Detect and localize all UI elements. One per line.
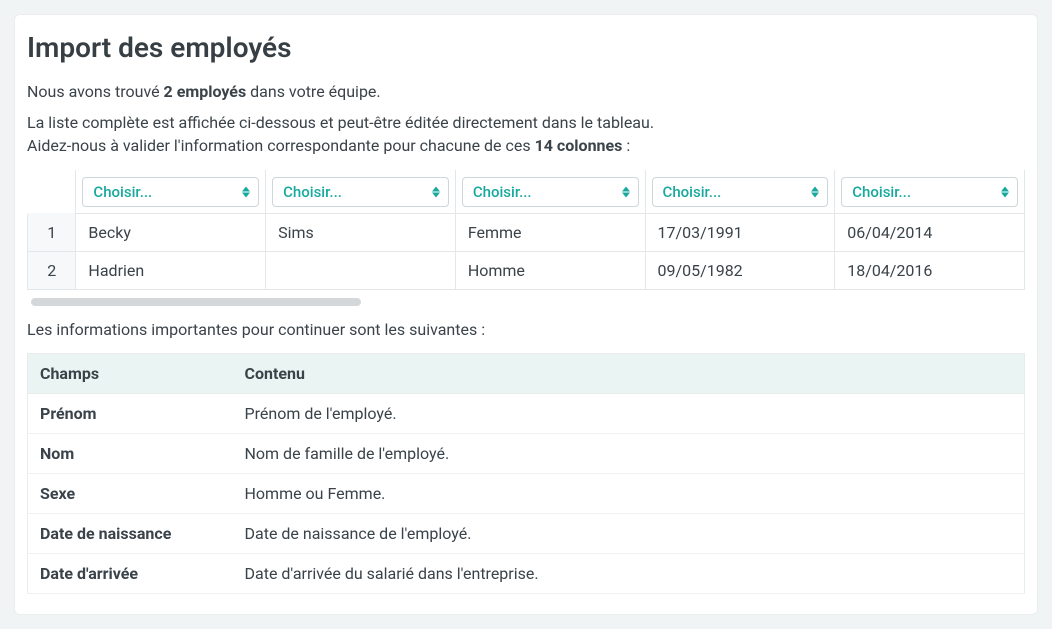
select-arrows-icon xyxy=(622,186,630,197)
field-desc: Nom de famille de l'employé. xyxy=(233,433,1025,473)
data-cell[interactable]: 17/03/1991 xyxy=(645,213,835,251)
select-label: Choisir... xyxy=(93,183,152,201)
intro-list-text: La liste complète est affichée ci-dessou… xyxy=(27,113,654,132)
field-desc: Prénom de l'employé. xyxy=(233,393,1025,433)
fields-row: Date d'arrivéeDate d'arrivée du salarié … xyxy=(28,553,1025,593)
fields-row: SexeHomme ou Femme. xyxy=(28,473,1025,513)
select-label: Choisir... xyxy=(663,183,722,201)
column-type-select[interactable]: Choisir... xyxy=(841,177,1018,207)
intro-help-prefix: Aidez-nous à valider l'information corre… xyxy=(27,136,535,155)
intro-found-suffix: dans votre équipe. xyxy=(246,82,380,101)
fields-row: Date de naissanceDate de naissance de l'… xyxy=(28,513,1025,553)
data-table: Choisir... Choisir... Choisir... Choisir...… xyxy=(27,170,1025,290)
data-cell[interactable]: Homme xyxy=(455,251,645,289)
intro-block: Nous avons trouvé 2 employés dans votre … xyxy=(15,80,1037,158)
data-cell[interactable]: Femme xyxy=(455,213,645,251)
data-table-container: Choisir... Choisir... Choisir... Choisir...… xyxy=(27,170,1025,290)
fields-header-contenu: Contenu xyxy=(233,353,1025,393)
data-cell[interactable]: Becky xyxy=(76,213,266,251)
field-desc: Date de naissance de l'employé. xyxy=(233,513,1025,553)
intro-help-suffix: : xyxy=(622,136,630,155)
column-type-select[interactable]: Choisir... xyxy=(82,177,259,207)
intro-help-bold: 14 colonnes xyxy=(535,136,623,155)
fields-row: NomNom de famille de l'employé. xyxy=(28,433,1025,473)
field-desc: Date d'arrivée du salarié dans l'entrepr… xyxy=(233,553,1025,593)
data-cell[interactable]: Sims xyxy=(266,213,456,251)
data-cell[interactable]: 09/05/1982 xyxy=(645,251,835,289)
data-cell[interactable]: 18/04/2016 xyxy=(835,251,1025,289)
field-desc: Homme ou Femme. xyxy=(233,473,1025,513)
select-label: Choisir... xyxy=(852,183,911,201)
row-number: 2 xyxy=(28,251,76,289)
table-row: 1BeckySimsFemme17/03/199106/04/2014 xyxy=(28,213,1025,251)
horizontal-scrollbar[interactable] xyxy=(27,296,1025,308)
column-header: Choisir... xyxy=(645,170,835,213)
intro-found-prefix: Nous avons trouvé xyxy=(27,82,164,101)
column-header: Choisir... xyxy=(266,170,456,213)
intro-found: Nous avons trouvé 2 employés dans votre … xyxy=(15,80,1037,103)
select-label: Choisir... xyxy=(473,183,532,201)
column-type-select[interactable]: Choisir... xyxy=(272,177,449,207)
table-row: 2Hadrien Homme09/05/198218/04/2016 xyxy=(28,251,1025,289)
column-type-select[interactable]: Choisir... xyxy=(652,177,829,207)
select-arrows-icon xyxy=(811,186,819,197)
column-header: Choisir... xyxy=(455,170,645,213)
column-type-select[interactable]: Choisir... xyxy=(462,177,639,207)
header-blank xyxy=(28,170,76,213)
field-name: Sexe xyxy=(28,473,233,513)
select-arrows-icon xyxy=(1001,186,1009,197)
info-lead: Les informations importantes pour contin… xyxy=(15,320,1037,339)
field-name: Prénom xyxy=(28,393,233,433)
fields-table: Champs Contenu PrénomPrénom de l'employé… xyxy=(27,353,1025,594)
intro-found-bold: 2 employés xyxy=(164,82,247,101)
scrollbar-thumb[interactable] xyxy=(31,298,361,306)
select-arrows-icon xyxy=(432,186,440,197)
column-header: Choisir... xyxy=(835,170,1025,213)
field-name: Nom xyxy=(28,433,233,473)
field-name: Date de naissance xyxy=(28,513,233,553)
page-title: Import des employés xyxy=(15,15,1037,80)
column-header: Choisir... xyxy=(76,170,266,213)
select-arrows-icon xyxy=(242,186,250,197)
intro-help: La liste complète est affichée ci-dessou… xyxy=(15,111,1037,157)
field-name: Date d'arrivée xyxy=(28,553,233,593)
fields-row: PrénomPrénom de l'employé. xyxy=(28,393,1025,433)
import-card: Import des employés Nous avons trouvé 2 … xyxy=(14,14,1038,615)
fields-header-champs: Champs xyxy=(28,353,233,393)
select-label: Choisir... xyxy=(283,183,342,201)
row-number: 1 xyxy=(28,213,76,251)
data-cell[interactable]: Hadrien xyxy=(76,251,266,289)
data-cell[interactable]: 06/04/2014 xyxy=(835,213,1025,251)
data-cell[interactable] xyxy=(266,251,456,289)
